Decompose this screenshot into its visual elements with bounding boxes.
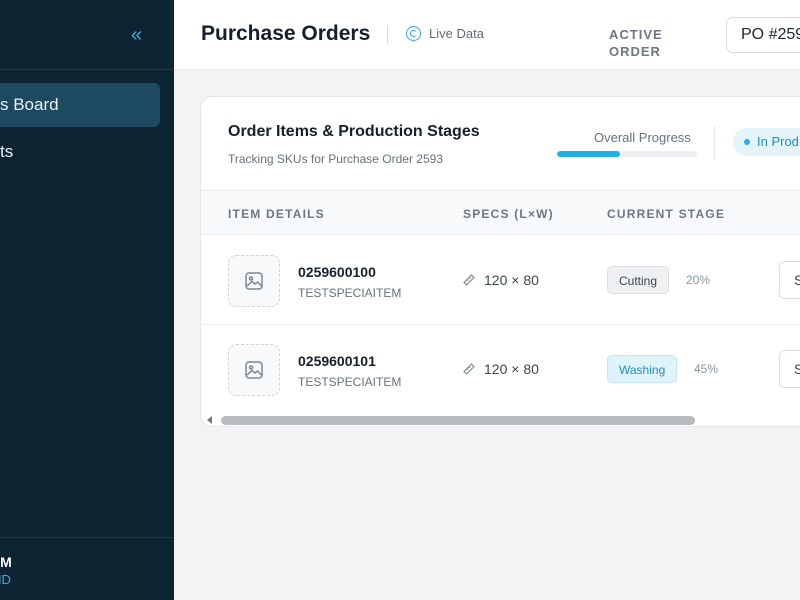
top-header: Purchase Orders Live Data ACTIVE ORDER P… — [174, 0, 800, 70]
horizontal-scrollbar[interactable] — [201, 413, 800, 426]
sidebar: « s Board ts AM r ID — [0, 0, 174, 600]
ruler-icon — [463, 363, 475, 375]
po-selector[interactable]: PO #259 — [726, 17, 800, 53]
user-profile[interactable]: AM r ID — [0, 537, 174, 600]
sidebar-item-secondary[interactable]: ts — [0, 130, 160, 174]
table-header: ITEM DETAILS SPECS (L×W) CURRENT STAGE — [201, 190, 800, 235]
item-thumbnail — [228, 255, 280, 307]
order-items-card: Order Items & Production Stages Tracking… — [200, 96, 800, 427]
stage-percent: 20% — [686, 273, 711, 287]
column-header-specs: SPECS (L×W) — [463, 207, 554, 221]
scroll-left-arrow-icon[interactable] — [207, 416, 212, 424]
row-action-button[interactable]: S — [779, 261, 800, 299]
live-data-label: Live Data — [429, 26, 484, 41]
status-badge: In Prod — [733, 128, 800, 156]
image-placeholder-icon — [245, 272, 263, 290]
user-name: AM — [0, 554, 12, 570]
image-placeholder-icon — [245, 361, 263, 379]
item-spec-value: 120 × 80 — [484, 361, 539, 377]
table-row: 0259600100 TESTSPECIAITEM 120 × 80 Cutti… — [201, 236, 800, 325]
active-order-label: ACTIVE ORDER — [609, 27, 663, 59]
stage-badge: Washing — [607, 355, 678, 383]
item-sku: 0259600101 — [298, 353, 376, 369]
sidebar-item-board[interactable]: s Board — [0, 83, 160, 127]
stage-badge: Cutting — [607, 266, 670, 294]
sidebar-header: « — [0, 0, 174, 70]
table-row: 0259600101 TESTSPECIAITEM 120 × 80 Washi… — [201, 325, 800, 414]
item-spec: 120 × 80 — [462, 361, 539, 377]
collapse-sidebar-icon[interactable]: « — [131, 23, 142, 47]
item-thumbnail — [228, 344, 280, 396]
item-spec: 120 × 80 — [462, 272, 539, 288]
item-name: TESTSPECIAITEM — [298, 375, 402, 389]
column-header-current-stage: CURRENT STAGE — [607, 207, 726, 221]
overall-progress-fill — [557, 151, 620, 157]
overall-progress-bar — [557, 151, 697, 157]
page-title: Purchase Orders — [201, 22, 371, 45]
row-action-button[interactable]: S — [779, 350, 800, 388]
user-id: r ID — [0, 572, 11, 587]
live-data-indicator: Live Data — [406, 26, 484, 41]
ruler-icon — [463, 274, 475, 286]
overall-progress-label: Overall Progress — [594, 130, 691, 145]
refresh-icon — [406, 26, 421, 41]
card-header-divider — [714, 126, 715, 160]
item-name: TESTSPECIAITEM — [298, 286, 402, 300]
column-header-item-details: ITEM DETAILS — [228, 207, 325, 221]
stage-percent: 45% — [694, 362, 719, 376]
item-sku: 0259600100 — [298, 264, 376, 280]
card-title: Order Items & Production Stages — [228, 123, 480, 140]
scrollbar-thumb[interactable] — [221, 416, 695, 425]
item-spec-value: 120 × 80 — [484, 272, 539, 288]
header-divider — [387, 26, 388, 44]
card-subtitle: Tracking SKUs for Purchase Order 2593 — [228, 152, 443, 166]
